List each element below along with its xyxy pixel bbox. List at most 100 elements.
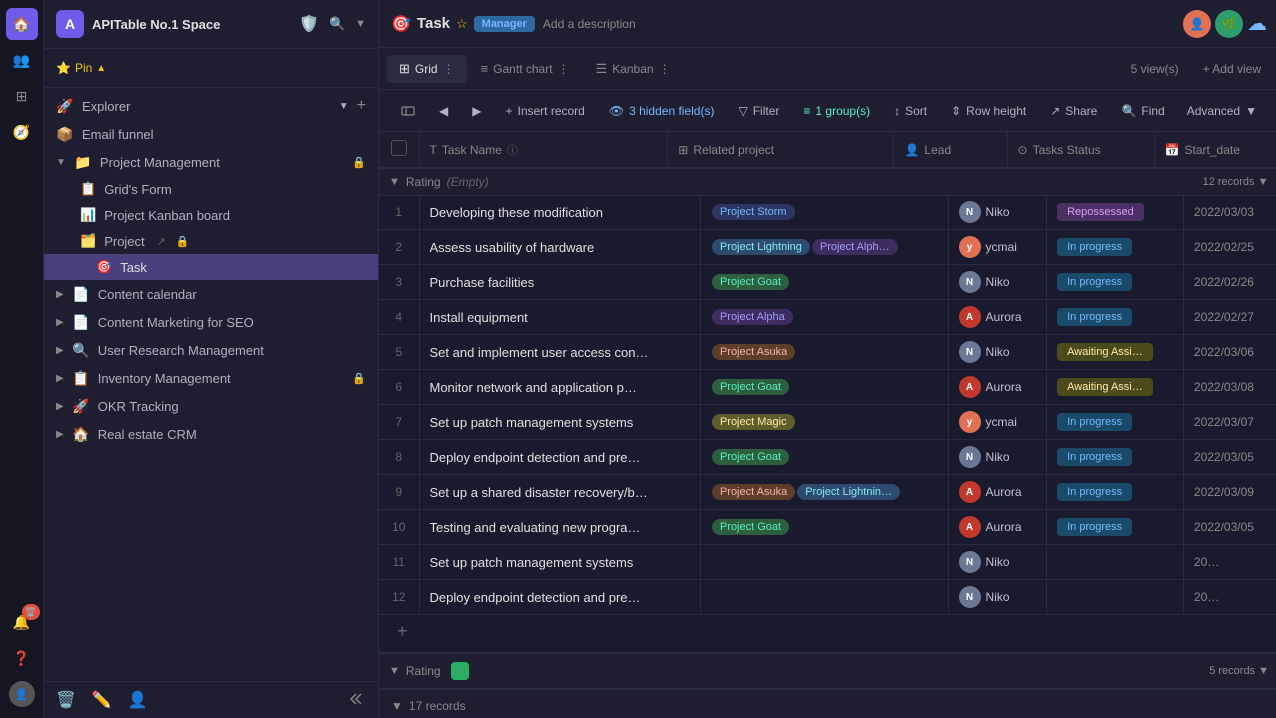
sidebar-item-user-research[interactable]: ▶ 🔍 User Research Management <box>44 336 378 364</box>
delete-icon[interactable]: 🗑️ <box>56 690 76 710</box>
row-task-name[interactable]: Set up a shared disaster recovery/b… <box>419 475 700 510</box>
tab-gantt[interactable]: ≡ Gantt chart ⋮ <box>469 55 582 82</box>
task-name-col-label: Task Name <box>442 143 502 157</box>
sidebar-item-okr[interactable]: ▶ 🚀 OKR Tracking <box>44 392 378 420</box>
insert-record-btn[interactable]: + Insert record <box>495 99 594 123</box>
hidden-fields-btn[interactable]: 👁 3 hidden field(s) <box>599 99 725 123</box>
people-icon[interactable]: 👥 <box>6 44 38 76</box>
share-btn[interactable]: ↗ Share <box>1040 99 1107 123</box>
group-btn[interactable]: ≡ 1 group(s) <box>793 99 880 123</box>
row-projects[interactable]: Project LightningProject Alph… <box>700 230 948 265</box>
add-view-btn[interactable]: + Add view <box>1193 57 1271 81</box>
cloud-icon: ☁ <box>1247 11 1267 36</box>
related-project-col-icon: ⊞ <box>678 143 688 157</box>
row-projects[interactable]: Project Magic <box>700 405 948 440</box>
user-avatar-footer[interactable]: 👤 <box>6 678 38 710</box>
sidebar-item-project-kanban[interactable]: 📊 Project Kanban board <box>44 202 378 228</box>
advanced-btn[interactable]: Advanced ▼ <box>1177 99 1267 123</box>
explore-icon[interactable]: 🧭 <box>6 116 38 148</box>
row-projects[interactable]: Project Goat <box>700 510 948 545</box>
kanban-tab-more[interactable]: ⋮ <box>659 62 671 76</box>
sidebar-item-content-marketing[interactable]: ▶ 📄 Content Marketing for SEO <box>44 308 378 336</box>
pin-section[interactable]: ⭐ Pin ▲ <box>44 57 378 83</box>
select-all-checkbox[interactable] <box>391 140 407 156</box>
row-projects[interactable]: Project Alpha <box>700 300 948 335</box>
notification-icon[interactable]: 🔔 🗑️ <box>6 606 38 638</box>
add-row-icon[interactable]: + <box>389 619 416 644</box>
kanban-label: Project Kanban board <box>104 208 230 223</box>
row-projects[interactable]: Project Goat <box>700 265 948 300</box>
sidebar-item-real-estate[interactable]: ▶ 🏠 Real estate CRM <box>44 420 378 448</box>
grid-view-icon[interactable]: ⊞ <box>6 80 38 112</box>
sidebar-item-inventory[interactable]: ▶ 📋 Inventory Management 🔒 <box>44 364 378 392</box>
views-count-btn[interactable]: 5 view(s) <box>1121 57 1189 81</box>
nav-forward-btn[interactable]: ▶ <box>462 99 491 123</box>
row-height-btn[interactable]: ⇕ Row height <box>941 99 1036 123</box>
filter-icon: ▽ <box>738 104 747 118</box>
grid-tab-more[interactable]: ⋮ <box>443 62 455 76</box>
collapse-sidebar-btn[interactable] <box>350 691 366 710</box>
row-task-name[interactable]: Assess usability of hardware <box>419 230 700 265</box>
gantt-tab-more[interactable]: ⋮ <box>558 62 570 76</box>
sidebar-item-project-management[interactable]: ▼ 📁 Project Management 🔒 <box>44 148 378 176</box>
tab-kanban[interactable]: ☰ Kanban ⋮ <box>584 55 683 83</box>
email-funnel-label: Email funnel <box>82 127 366 142</box>
content-marketing-icon: 📄 <box>72 313 90 331</box>
col-tasks-status: ⊙ Tasks Status <box>1007 132 1154 168</box>
row-projects[interactable]: Project Asuka <box>700 335 948 370</box>
row-task-name[interactable]: Purchase facilities <box>419 265 700 300</box>
row-number: 2 <box>379 230 419 265</box>
tab-grid[interactable]: ⊞ Grid ⋮ <box>387 55 467 83</box>
row-task-name[interactable]: Set up patch management systems <box>419 405 700 440</box>
sidebar-item-grids-form[interactable]: 📋 Grid's Form <box>44 176 378 202</box>
explorer-chevron: ▼ <box>339 101 349 112</box>
status-badge: In progress <box>1057 448 1132 466</box>
row-task-name[interactable]: Testing and evaluating new progra… <box>419 510 700 545</box>
description-text[interactable]: Add a description <box>543 17 636 31</box>
task-name-info-icon[interactable]: ⓘ <box>507 142 518 158</box>
nav-back-btn[interactable]: ◀ <box>429 99 458 123</box>
row-task-name[interactable]: Monitor network and application p… <box>419 370 700 405</box>
task-icon: 🎯 <box>96 259 112 275</box>
sidebar-item-project[interactable]: 🗂️ Project ↗ 🔒 <box>44 228 378 254</box>
add-row-btn[interactable]: + <box>379 615 1276 644</box>
row-task-name[interactable]: Set and implement user access con… <box>419 335 700 370</box>
filter-btn[interactable]: ▽ Filter <box>728 99 789 123</box>
help-icon[interactable]: ❓ <box>6 642 38 674</box>
row-projects[interactable] <box>700 545 948 580</box>
home-icon[interactable]: 🏠 <box>6 8 38 40</box>
inv-chevron: ▶ <box>56 373 64 384</box>
select-all-col[interactable] <box>379 132 419 168</box>
group1-header-cell: ▼ Rating (Empty) 12 records ▼ <box>379 168 1276 196</box>
star-icon[interactable]: ☆ <box>456 16 468 32</box>
sort-btn[interactable]: ↕ Sort <box>884 99 937 123</box>
add-item-icon[interactable]: + <box>357 97 366 115</box>
status-badge: In progress <box>1057 518 1132 536</box>
row-number: 5 <box>379 335 419 370</box>
row-task-name[interactable]: Deploy endpoint detection and pre… <box>419 580 700 615</box>
sidebar-item-explorer[interactable]: 🚀 Explorer ▼ + <box>44 92 378 120</box>
row-projects[interactable]: Project Goat <box>700 370 948 405</box>
group2-chevron[interactable]: ▼ <box>389 665 400 677</box>
sidebar-collapse-chevron[interactable]: ▼ <box>355 18 366 30</box>
collapse-panel-btn[interactable] <box>391 99 425 123</box>
edit-icon[interactable]: ✏️ <box>92 690 112 710</box>
sidebar-item-task[interactable]: 🎯 Task <box>44 254 378 280</box>
row-task-name[interactable]: Install equipment <box>419 300 700 335</box>
sidebar-item-email-funnel[interactable]: 📦 Email funnel <box>44 120 378 148</box>
checkbox-all[interactable] <box>391 140 407 156</box>
row-projects[interactable]: Project Storm <box>700 195 948 230</box>
row-task-name[interactable]: Developing these modification <box>419 195 700 230</box>
sidebar-search-icon[interactable]: 🔍 <box>327 14 347 34</box>
row-projects[interactable]: Project Goat <box>700 440 948 475</box>
row-projects[interactable] <box>700 580 948 615</box>
group1-chevron[interactable]: ▼ <box>389 176 400 188</box>
row-task-name[interactable]: Deploy endpoint detection and pre… <box>419 440 700 475</box>
total-records-bar[interactable]: ▼ 17 records <box>379 689 1276 718</box>
row-projects[interactable]: Project AsukaProject Lightnin… <box>700 475 948 510</box>
row-task-name[interactable]: Set up patch management systems <box>419 545 700 580</box>
grid-container[interactable]: T Task Name ⓘ ⊞ Related project 👤 <box>379 132 1276 718</box>
add-member-icon[interactable]: 👤 <box>128 690 148 710</box>
sidebar-item-content-calendar[interactable]: ▶ 📄 Content calendar <box>44 280 378 308</box>
find-btn[interactable]: 🔍 Find <box>1111 99 1174 123</box>
